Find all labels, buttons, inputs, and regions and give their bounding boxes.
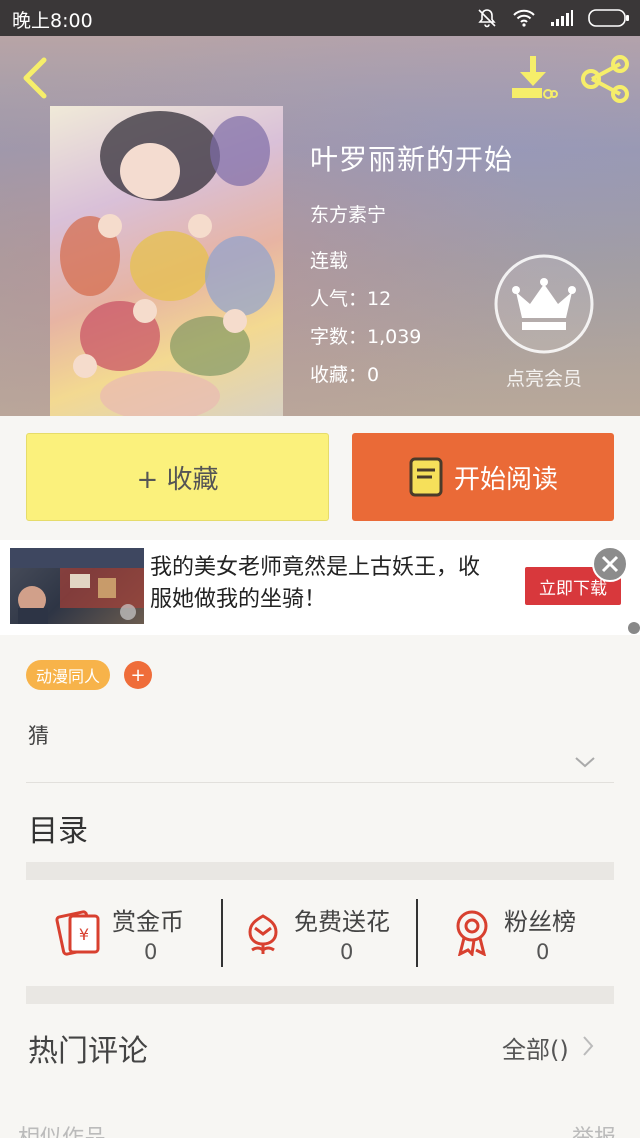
download-icon: [512, 56, 558, 99]
reward-coins-value: 0: [144, 940, 158, 964]
ad-info-icon[interactable]: [628, 622, 640, 634]
stat-divider: [221, 899, 223, 967]
table-of-contents-link[interactable]: 目录: [28, 806, 88, 850]
ad-text: 我的美女老师竟然是上古妖王，收服她做我的坐骑！: [150, 555, 481, 612]
status-bar: 晚上8:00: [0, 0, 640, 36]
svg-text:¥: ¥: [79, 925, 89, 944]
book-word-count: 字数：1,039: [310, 326, 422, 348]
share-icon: [581, 55, 629, 103]
status-icons: [476, 6, 630, 30]
cover-illustration: [60, 111, 275, 416]
close-icon: [601, 555, 619, 573]
bell-muted-icon: [478, 9, 496, 28]
hot-comments-title: 热门评论: [28, 1034, 148, 1069]
ad-banner[interactable]: 我的美女老师竟然是上古妖王，收服她做我的坐骑！ 立即下载: [0, 540, 640, 635]
similar-works-title: 相似作品: [18, 1120, 106, 1138]
ad-close-button[interactable]: [592, 546, 628, 582]
collect-button[interactable]: + 收藏: [26, 433, 329, 521]
vip-label: 点亮会员: [505, 368, 582, 390]
vip-button[interactable]: [492, 252, 596, 356]
fan-ranking-value: 0: [536, 940, 550, 964]
free-flowers-button[interactable]: 免费送花 0: [242, 898, 412, 968]
report-link[interactable]: 举报: [572, 1120, 616, 1138]
book-favorites: 收藏：0: [310, 364, 380, 386]
start-reading-label: 开始阅读: [453, 464, 558, 495]
wifi-icon: [513, 9, 535, 27]
back-arrow-icon: [23, 57, 47, 99]
book-header: 叶罗丽新的开始 东方素宁 连载 人气：12 字数：1,039 收藏：0 点亮会员: [0, 36, 640, 416]
start-reading-button[interactable]: 开始阅读: [352, 433, 614, 521]
section-separator: [26, 986, 614, 1004]
tag-anime-fanfic[interactable]: 动漫同人: [26, 660, 111, 690]
status-time: 晚上8:00: [12, 10, 93, 32]
chevron-right-icon[interactable]: [580, 1034, 596, 1058]
flower-icon: [248, 914, 278, 954]
divider: [26, 782, 614, 783]
collect-button-label: + 收藏: [136, 464, 219, 495]
book-popularity: 人气：12: [310, 288, 392, 310]
signal-icon: [551, 10, 573, 26]
stat-divider: [416, 899, 418, 967]
free-flowers-value: 0: [340, 940, 354, 964]
ad-image[interactable]: [10, 548, 144, 624]
book-cover-image[interactable]: [50, 106, 283, 416]
battery-icon: [588, 9, 629, 27]
fan-ranking-button[interactable]: 粉丝榜 0: [452, 898, 592, 968]
book-author[interactable]: 东方素宁: [310, 200, 386, 227]
book-icon: [409, 457, 443, 497]
crown-icon: [494, 254, 594, 354]
chevron-down-icon: [575, 757, 595, 768]
add-tag-button[interactable]: +: [124, 661, 152, 689]
share-button[interactable]: [578, 54, 632, 104]
free-flowers-label: 免费送花: [294, 908, 390, 936]
book-status: 连载: [310, 250, 349, 272]
book-title: 叶罗丽新的开始: [310, 143, 514, 176]
reward-coins-label: 赏金币: [112, 908, 184, 936]
section-separator: [26, 862, 614, 880]
expand-intro-button[interactable]: [572, 752, 598, 772]
fan-ranking-label: 粉丝榜: [504, 908, 576, 936]
ad-game-scene: [10, 548, 144, 624]
ribbon-medal-icon: [456, 910, 488, 956]
book-intro: 猜: [28, 724, 49, 748]
reward-coins-button[interactable]: ¥ 赏金币 0: [54, 898, 204, 968]
back-button[interactable]: [14, 54, 58, 102]
all-comments-link[interactable]: 全部(): [502, 1030, 569, 1065]
red-packet-icon: ¥: [55, 910, 100, 956]
download-button[interactable]: [508, 54, 558, 102]
